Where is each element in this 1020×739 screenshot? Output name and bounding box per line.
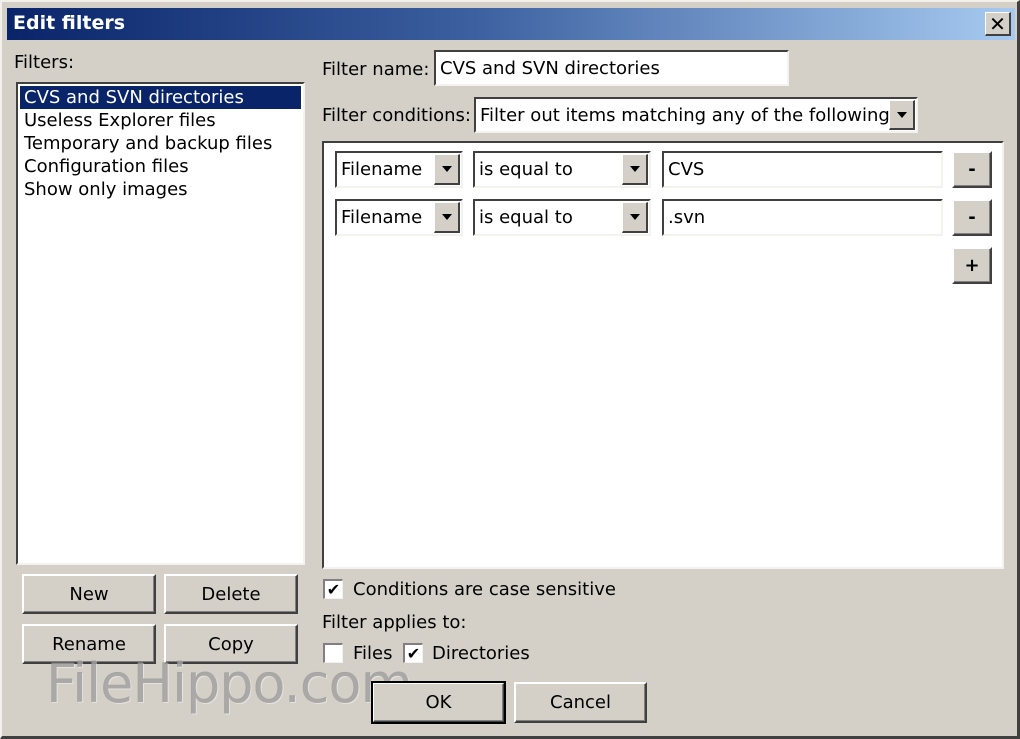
filter-list-item[interactable]: Configuration files — [20, 155, 301, 178]
minus-icon: - — [968, 159, 976, 180]
condition-field-value: Filename — [341, 159, 423, 180]
files-label[interactable]: Files — [353, 643, 393, 664]
rename-button-label: Rename — [52, 633, 126, 655]
check-icon: ✔ — [326, 579, 341, 599]
remove-condition-button[interactable]: - — [952, 151, 992, 188]
chevron-down-icon — [629, 214, 640, 220]
check-icon: ✔ — [406, 643, 421, 663]
ok-button[interactable]: OK — [371, 681, 506, 724]
dropdown-button[interactable] — [434, 154, 460, 185]
filter-list-item[interactable]: Show only images — [20, 178, 301, 201]
delete-button-label: Delete — [201, 583, 261, 605]
chevron-down-icon — [441, 166, 452, 172]
filters-label: Filters: — [14, 52, 75, 73]
filter-name-input[interactable] — [434, 50, 789, 86]
new-button-label: New — [69, 583, 109, 605]
cancel-button[interactable]: Cancel — [514, 682, 647, 723]
rename-button[interactable]: Rename — [22, 624, 156, 664]
chevron-down-icon — [896, 111, 907, 118]
chevron-down-icon — [629, 166, 640, 172]
new-button[interactable]: New — [22, 574, 156, 614]
title-bar[interactable]: Edit filters ✕ — [7, 8, 1015, 40]
filter-conditions-label: Filter conditions: — [322, 105, 471, 126]
filter-list-item[interactable]: Temporary and backup files — [20, 132, 301, 155]
close-button[interactable]: ✕ — [985, 12, 1011, 36]
filter-list-item[interactable]: CVS and SVN directories — [20, 86, 301, 109]
filter-list-item[interactable]: Useless Explorer files — [20, 109, 301, 132]
dropdown-button[interactable] — [622, 202, 648, 233]
dropdown-button[interactable] — [889, 100, 915, 130]
applies-to-label: Filter applies to: — [322, 612, 467, 633]
add-condition-button[interactable]: + — [952, 247, 992, 284]
filter-name-label: Filter name: — [322, 59, 430, 80]
copy-button[interactable]: Copy — [164, 624, 298, 664]
condition-operator-value: is equal to — [479, 159, 573, 180]
ok-button-label: OK — [425, 692, 452, 713]
copy-button-label: Copy — [208, 633, 254, 655]
directories-label[interactable]: Directories — [432, 643, 530, 664]
delete-button[interactable]: Delete — [164, 574, 298, 614]
directories-checkbox[interactable]: ✔ — [403, 643, 423, 663]
condition-field-select[interactable]: Filename — [335, 151, 463, 188]
dropdown-button[interactable] — [622, 154, 648, 185]
filter-conditions-select[interactable]: Filter out items matching any of the fol… — [474, 97, 918, 133]
condition-field-value: Filename — [341, 207, 423, 228]
minus-icon: - — [968, 207, 976, 228]
condition-value-input[interactable] — [662, 151, 943, 188]
chevron-down-icon — [441, 214, 452, 220]
filter-conditions-value: Filter out items matching any of the fol… — [480, 104, 890, 126]
files-checkbox[interactable] — [323, 643, 343, 663]
cancel-button-label: Cancel — [550, 692, 611, 713]
case-sensitive-checkbox[interactable]: ✔ — [323, 579, 343, 599]
case-sensitive-label[interactable]: Conditions are case sensitive — [353, 579, 616, 600]
dropdown-button[interactable] — [434, 202, 460, 233]
plus-icon: + — [964, 255, 980, 276]
filters-listbox[interactable]: CVS and SVN directories Useless Explorer … — [16, 82, 305, 565]
condition-value-input[interactable] — [662, 199, 943, 236]
condition-field-select[interactable]: Filename — [335, 199, 463, 236]
close-icon: ✕ — [989, 11, 1006, 36]
condition-operator-select[interactable]: is equal to — [473, 199, 651, 236]
condition-operator-value: is equal to — [479, 207, 573, 228]
window-title: Edit filters — [13, 12, 126, 34]
condition-operator-select[interactable]: is equal to — [473, 151, 651, 188]
remove-condition-button[interactable]: - — [952, 199, 992, 236]
